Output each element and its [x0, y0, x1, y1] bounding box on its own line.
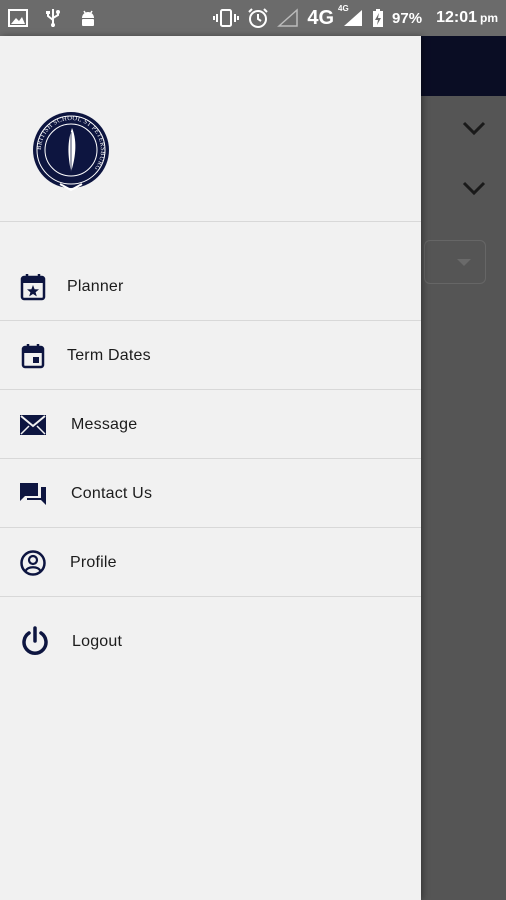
- chat-icon: [18, 479, 48, 509]
- image-icon: [8, 9, 28, 27]
- menu-item-logout[interactable]: Logout: [0, 607, 421, 676]
- menu-item-contact-us[interactable]: Contact Us: [0, 459, 421, 528]
- dropdown-select[interactable]: [424, 240, 486, 284]
- network-type: 4G: [307, 6, 335, 29]
- chevron-down-icon[interactable]: [460, 114, 488, 142]
- menu-item-label: Profile: [70, 553, 117, 571]
- menu-item-profile[interactable]: Profile: [0, 528, 421, 597]
- divider: [0, 596, 421, 597]
- usb-icon: [44, 8, 62, 28]
- clock-ampm: pm: [480, 11, 498, 25]
- battery-level: 97%: [392, 9, 423, 27]
- clock-time: 12:01: [436, 9, 477, 26]
- menu-item-label: Message: [71, 415, 138, 433]
- signal-empty-icon: [277, 8, 299, 28]
- vibrate-icon: [213, 8, 240, 28]
- menu-item-label: Logout: [72, 632, 123, 650]
- calendar-icon: [18, 341, 48, 371]
- drawer-header: BRITISH SCHOOL ST PETERSBURG: [0, 36, 421, 222]
- menu-item-planner[interactable]: Planner: [0, 252, 421, 321]
- user-circle-icon: [18, 548, 48, 578]
- network-type-small: 4G: [338, 4, 349, 13]
- menu-item-label: Term Dates: [67, 346, 151, 364]
- android-icon: [78, 8, 98, 28]
- battery-charging-icon: [372, 8, 384, 28]
- signal-full-icon: 4G: [338, 4, 364, 28]
- school-crest-logo: BRITISH SCHOOL ST PETERSBURG: [30, 106, 112, 194]
- calendar-star-icon: [18, 272, 48, 302]
- alarm-icon: [247, 7, 269, 29]
- chevron-down-icon[interactable]: [460, 174, 488, 202]
- navigation-drawer: BRITISH SCHOOL ST PETERSBURG Planner Ter…: [0, 36, 421, 900]
- menu-item-message[interactable]: Message: [0, 390, 421, 459]
- envelope-icon: [18, 410, 48, 440]
- dropdown-arrow-icon: [457, 259, 471, 266]
- power-icon: [20, 626, 50, 657]
- menu-item-label: Planner: [67, 277, 124, 295]
- status-bar: 4G 4G 97% 12:01 pm: [0, 0, 506, 36]
- menu-item-label: Contact Us: [71, 484, 153, 502]
- menu-item-term-dates[interactable]: Term Dates: [0, 321, 421, 390]
